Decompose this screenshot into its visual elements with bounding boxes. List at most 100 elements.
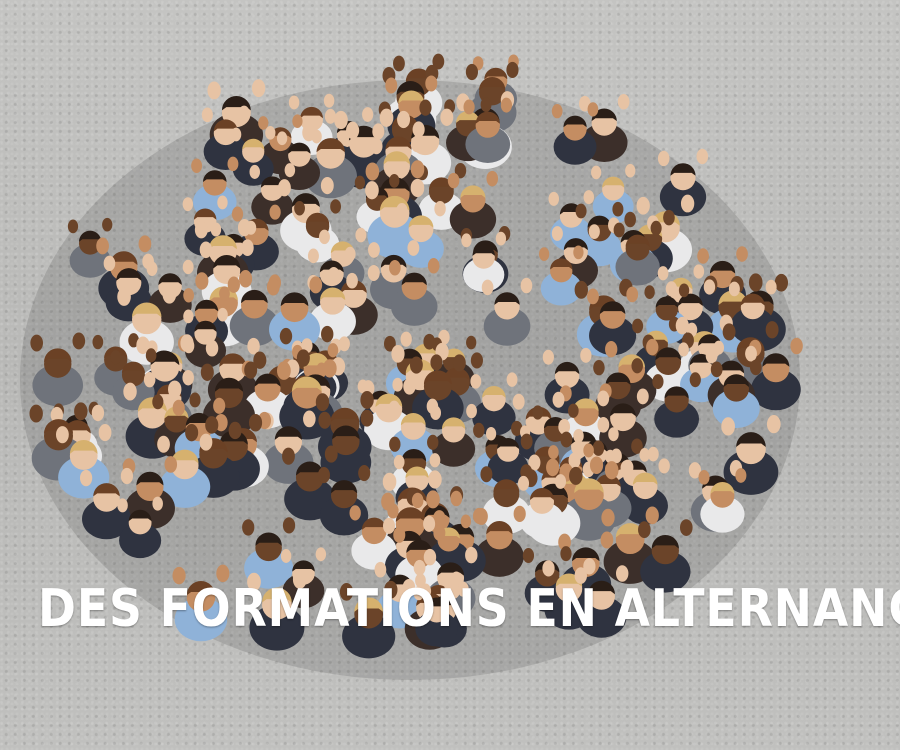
hand bbox=[588, 224, 600, 240]
hand bbox=[473, 422, 485, 438]
hand bbox=[397, 110, 411, 129]
hand bbox=[470, 374, 482, 389]
hand bbox=[597, 416, 610, 433]
hand bbox=[612, 201, 624, 217]
hand bbox=[632, 318, 644, 334]
hand bbox=[678, 283, 690, 298]
hand bbox=[238, 105, 250, 121]
hand bbox=[370, 137, 383, 155]
hand bbox=[227, 276, 240, 293]
hand bbox=[227, 156, 239, 172]
hand bbox=[463, 99, 475, 115]
hand bbox=[318, 411, 332, 429]
hand bbox=[678, 342, 689, 357]
hand bbox=[604, 461, 619, 480]
hand bbox=[354, 175, 366, 190]
hand bbox=[282, 447, 295, 465]
hand bbox=[199, 241, 213, 259]
hand bbox=[182, 370, 194, 386]
hand bbox=[309, 276, 323, 294]
hand bbox=[249, 164, 261, 179]
hand bbox=[368, 242, 380, 258]
hand bbox=[495, 231, 507, 246]
hand bbox=[705, 347, 718, 364]
hand bbox=[387, 503, 399, 519]
hand bbox=[296, 349, 310, 367]
hand bbox=[466, 403, 477, 419]
hand bbox=[346, 121, 360, 140]
hand bbox=[323, 93, 335, 108]
hand bbox=[552, 391, 565, 408]
hand bbox=[72, 332, 86, 350]
hand bbox=[569, 466, 583, 485]
hand bbox=[55, 426, 69, 444]
hand bbox=[201, 107, 213, 123]
hand bbox=[610, 448, 622, 464]
hand bbox=[475, 508, 488, 525]
hand bbox=[517, 475, 530, 491]
hand bbox=[231, 206, 244, 222]
hand bbox=[334, 110, 348, 130]
hand bbox=[200, 363, 214, 381]
hand bbox=[278, 179, 291, 197]
hand bbox=[30, 334, 44, 352]
hand bbox=[429, 453, 441, 468]
hand bbox=[258, 116, 269, 130]
hand bbox=[703, 279, 716, 295]
hand bbox=[239, 270, 253, 288]
hand bbox=[573, 245, 584, 260]
hand bbox=[120, 467, 134, 485]
hand bbox=[617, 93, 630, 110]
hand bbox=[410, 178, 425, 198]
hand bbox=[117, 498, 128, 513]
hand bbox=[597, 390, 610, 407]
hand bbox=[389, 436, 401, 452]
hand bbox=[183, 309, 194, 324]
hand bbox=[465, 546, 478, 564]
hand bbox=[279, 327, 293, 345]
hand bbox=[512, 393, 525, 410]
hand bbox=[551, 103, 563, 119]
hand bbox=[242, 519, 255, 536]
hand bbox=[391, 345, 405, 363]
hand bbox=[548, 445, 559, 460]
hand bbox=[280, 549, 292, 563]
hand bbox=[330, 199, 341, 214]
hand bbox=[385, 77, 398, 94]
hand bbox=[162, 285, 177, 304]
hand bbox=[657, 266, 669, 281]
hand bbox=[650, 220, 662, 236]
hand bbox=[485, 426, 497, 441]
hand bbox=[583, 443, 594, 458]
hand bbox=[382, 472, 397, 491]
hand bbox=[143, 371, 156, 388]
hand bbox=[307, 248, 319, 264]
hand bbox=[110, 350, 122, 365]
hand bbox=[276, 131, 288, 146]
hand bbox=[199, 433, 213, 451]
hand bbox=[663, 209, 675, 226]
headline: DES FORMATIONS EN ALTERNANCE bbox=[38, 579, 900, 639]
hand bbox=[587, 288, 599, 305]
hand bbox=[447, 172, 460, 189]
hand bbox=[608, 427, 619, 442]
hand bbox=[315, 393, 330, 412]
hand bbox=[288, 95, 300, 110]
hand bbox=[145, 348, 157, 363]
hand bbox=[721, 417, 735, 436]
hand bbox=[365, 181, 379, 200]
hand bbox=[506, 372, 518, 387]
hand bbox=[621, 459, 634, 476]
hand bbox=[748, 273, 763, 292]
hand bbox=[182, 197, 194, 212]
hand bbox=[138, 235, 152, 253]
hand bbox=[102, 217, 113, 232]
hand bbox=[277, 361, 291, 380]
hand bbox=[480, 97, 492, 112]
hand bbox=[520, 277, 533, 294]
hand bbox=[513, 505, 526, 523]
hand bbox=[638, 521, 651, 539]
hand bbox=[324, 445, 338, 463]
hand bbox=[665, 281, 678, 297]
hand bbox=[697, 248, 709, 264]
